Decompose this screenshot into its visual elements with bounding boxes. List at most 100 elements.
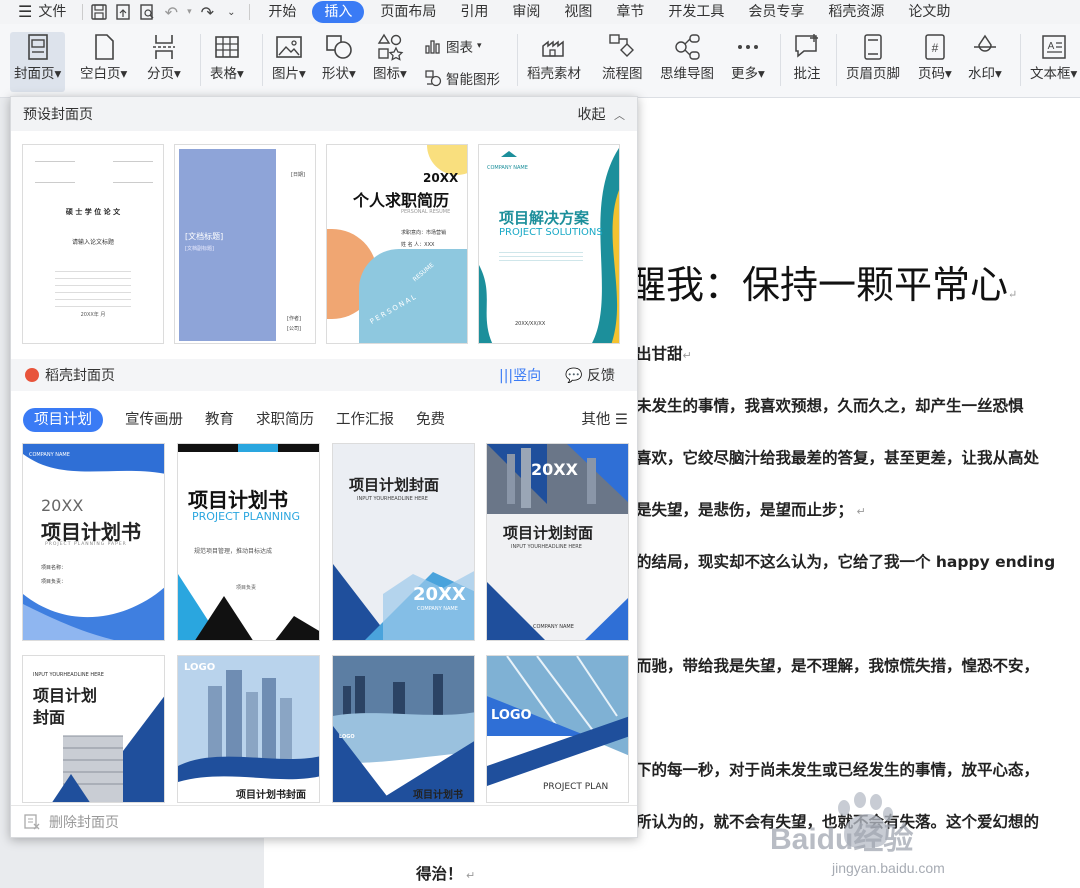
template-card[interactable]: LOGO 项目计划书封面 <box>177 655 320 803</box>
chevron-up-icon: ︿ <box>614 109 625 122</box>
tab-references[interactable]: 引用 <box>448 1 500 23</box>
tab-page-layout[interactable]: 页面布局 <box>368 1 448 23</box>
category-brochure[interactable]: 宣传画册 <box>125 408 183 432</box>
preset-cover-resume[interactable]: 20XX 个人求职简历 PERSONAL RESUME 求职意向：市场营销 姓 … <box>326 144 468 344</box>
chart-button[interactable]: 图表 ▾ <box>424 36 482 56</box>
document-line[interactable]: 而驰，带给我是失望，是不理解，我惊慌失措，惶恐不安， <box>636 654 1039 676</box>
template-card[interactable]: 项目计划书 PROJECT PLANNING 规范项目管理，推动目标达成 项目负… <box>177 443 320 641</box>
template-card[interactable]: 20XX 项目计划封面 INPUT YOURHEADLINE HERE COMP… <box>486 443 629 641</box>
tab-thesis[interactable]: 论文助 <box>896 1 962 23</box>
collapse-button[interactable]: 收起 ︿ <box>578 104 625 124</box>
customize-dropdown-icon[interactable]: ⌄ <box>219 1 243 23</box>
category-tabs: 项目计划 宣传画册 教育 求职简历 工作汇报 免费 其他 ☰ <box>23 407 628 433</box>
tab-member[interactable]: 会员专享 <box>736 1 816 23</box>
tab-insert[interactable]: 插入 <box>312 1 365 23</box>
page-number-icon: # <box>925 34 945 60</box>
category-work-report[interactable]: 工作汇报 <box>336 408 394 432</box>
more-icon <box>737 45 758 49</box>
document-line[interactable]: 喜欢，它绞尽脑汁给我最差的答复，甚至更差，让我从高处 <box>636 446 1039 468</box>
preset-cover-title: 预设封面页 <box>23 107 93 123</box>
mindmap-icon <box>675 34 700 60</box>
textbox-button[interactable]: A 文本框▾ <box>1030 32 1077 82</box>
template-card[interactable]: LOGO PROJECT PLAN <box>486 655 629 803</box>
docer-cover-bar: 稻壳封面页 |||竖向 💬 反馈 <box>11 359 637 391</box>
textbox-icon: A <box>1041 35 1066 59</box>
preset-cover-document[interactable]: [文档标题] [文档副标题] [日期] [作者] [公司] <box>174 144 316 344</box>
blank-page-button[interactable]: 空白页▾ <box>80 32 127 82</box>
delete-cover-button[interactable]: 删除封面页 <box>49 812 119 832</box>
comment-icon <box>795 34 818 58</box>
document-line[interactable]: 是失望，是悲伤，是望而止步； ↵ <box>636 498 866 520</box>
document-line[interactable]: 未发生的事情，我喜欢预想，久而久之，却产生一丝恐惧 <box>636 394 1024 416</box>
category-education[interactable]: 教育 <box>205 408 234 432</box>
tab-section[interactable]: 章节 <box>604 1 656 23</box>
flowchart-button[interactable]: 流程图 <box>602 32 643 82</box>
header-footer-button[interactable]: 页眉页脚 <box>846 32 900 82</box>
watermark-button[interactable]: 水印▾ <box>968 32 1002 82</box>
file-menu[interactable]: ☰ 文件 <box>0 1 78 23</box>
panel-footer: 删除封面页 <box>11 805 637 837</box>
docer-material-button[interactable]: 稻壳素材 <box>527 32 581 82</box>
template-card[interactable]: COMPANY NAME 20XX 项目计划书 PROJECT PLANNING… <box>22 443 165 641</box>
document-line[interactable]: 出甘甜↵ <box>636 342 692 364</box>
category-other[interactable]: 其他 ☰ <box>581 408 628 432</box>
template-card[interactable]: 项目计划封面 INPUT YOURHEADLINE HERE 20XX COMP… <box>332 443 475 641</box>
cover-page-panel: 预设封面页 收起 ︿ 硕 士 学 位 论 文 请输入论文标题 20XX年 月 [… <box>10 96 638 838</box>
ribbon-toolbar: 封面页▾ 空白页▾ 分页▾ 表格▾ 图片▾ 形状▾ 图标▾ 图表 ▾ 智能图形 稻… <box>0 24 1080 98</box>
svg-text:#: # <box>932 41 939 55</box>
chart-icon <box>425 40 440 54</box>
docer-material-icon <box>542 40 564 57</box>
category-project-plan[interactable]: 项目计划 <box>23 408 103 432</box>
comment-button[interactable]: 批注 <box>792 32 822 82</box>
preset-cover-thesis[interactable]: 硕 士 学 位 论 文 请输入论文标题 20XX年 月 <box>22 144 164 344</box>
tab-developer[interactable]: 开发工具 <box>656 1 736 23</box>
menu-lines-icon: ☰ <box>615 412 628 428</box>
docer-logo-icon <box>25 368 39 382</box>
watermark-icon <box>973 34 996 52</box>
flowchart-icon <box>609 34 635 57</box>
template-card[interactable]: INPUT YOURHEADLINE HERE 项目计划 封面 <box>22 655 165 803</box>
cover-page-icon <box>27 34 48 60</box>
tab-docer[interactable]: 稻壳资源 <box>816 1 896 23</box>
picture-icon <box>276 36 302 58</box>
more-button[interactable]: 更多▾ <box>731 32 765 82</box>
vertical-orientation-button[interactable]: |||竖向 <box>499 365 541 385</box>
print-preview-icon[interactable] <box>135 1 159 23</box>
tab-view[interactable]: 视图 <box>552 1 604 23</box>
blank-page-icon <box>94 34 114 60</box>
redo-icon[interactable]: ↷ <box>195 1 219 23</box>
docer-cover-title: 稻壳封面页 <box>45 368 115 384</box>
page-break-icon <box>152 35 175 59</box>
export-icon[interactable] <box>111 1 135 23</box>
template-card[interactable]: LOGO 项目计划书 <box>332 655 475 803</box>
vertical-bars-icon: ||| <box>499 368 514 384</box>
page-break-button[interactable]: 分页▾ <box>147 32 181 82</box>
document-line[interactable]: 的结局，现实却不这么认为，它给了我一个 happy ending <box>636 550 1055 572</box>
smart-graphic-icon <box>425 70 442 87</box>
document-line[interactable]: 得治！ ↵ <box>416 862 475 884</box>
tab-start[interactable]: 开始 <box>256 1 308 23</box>
shape-button[interactable]: 形状▾ <box>322 32 356 82</box>
panel-header: 预设封面页 收起 ︿ <box>11 97 637 131</box>
baidu-jingyan-watermark: Baidu经验 jingyan.baidu.com <box>766 790 1066 886</box>
preset-cover-project-solutions[interactable]: COMPANY NAME 项目解决方案 PROJECT SOLUTIONS 20… <box>478 144 620 344</box>
feedback-icon: 💬 <box>565 368 583 384</box>
picture-button[interactable]: 图片▾ <box>272 32 306 82</box>
smart-graphic-button[interactable]: 智能图形 <box>424 68 500 88</box>
document-title[interactable]: 醒我：保持一颗平常心↵ <box>628 254 1017 309</box>
undo-icon[interactable]: ↶ <box>159 1 183 23</box>
category-free[interactable]: 免费 <box>416 408 445 432</box>
feedback-button[interactable]: 💬 反馈 <box>565 365 615 385</box>
table-button[interactable]: 表格▾ <box>210 32 244 82</box>
category-resume[interactable]: 求职简历 <box>256 408 314 432</box>
page-number-button[interactable]: # 页码▾ <box>918 32 952 82</box>
mindmap-button[interactable]: 思维导图 <box>660 32 714 82</box>
save-icon[interactable] <box>87 1 111 23</box>
undo-dropdown-icon[interactable]: ▾ <box>183 1 195 23</box>
tab-review[interactable]: 审阅 <box>500 1 552 23</box>
document-line[interactable]: 下的每一秒，对于尚未发生或已经发生的事情，放平心态， <box>636 758 1039 780</box>
icon-button[interactable]: 图标▾ <box>373 32 407 82</box>
icon-library-icon <box>377 33 404 61</box>
cover-page-button[interactable]: 封面页▾ <box>10 32 66 92</box>
delete-cover-icon <box>24 813 40 829</box>
